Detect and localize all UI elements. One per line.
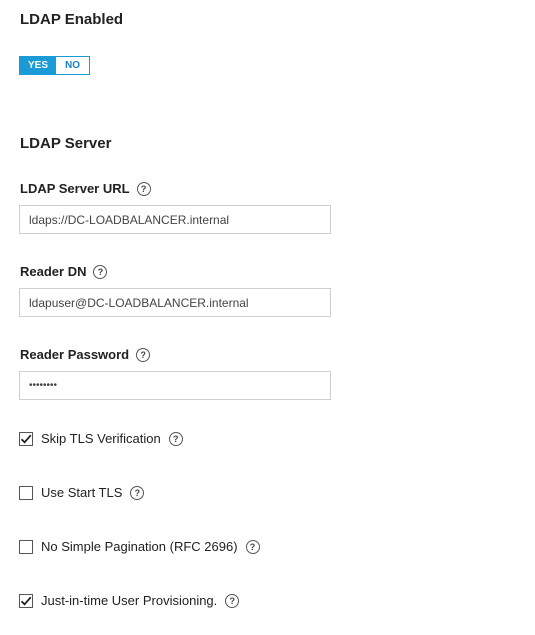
reader-dn-input[interactable] [19,288,331,317]
help-icon[interactable]: ? [136,181,151,196]
help-icon[interactable]: ? [136,347,151,362]
option-skip-tls[interactable]: Skip TLS Verification ? [19,431,183,446]
ldap-enabled-title: LDAP Enabled [20,11,124,28]
ldap-server-title: LDAP Server [20,135,112,152]
help-icon[interactable]: ? [168,431,183,446]
server-url-label: LDAP Server URL [20,181,130,196]
checkbox[interactable] [19,593,33,608]
server-url-input[interactable] [19,205,331,234]
reader-password-label: Reader Password [20,347,130,362]
reader-password-label-row: Reader Password ? [20,347,151,362]
ldap-enabled-toggle[interactable]: YES NO [19,56,90,75]
option-no-simple-pagination[interactable]: No Simple Pagination (RFC 2696) ? [19,539,260,554]
server-url-label-row: LDAP Server URL ? [20,181,151,196]
toggle-no-button[interactable]: NO [56,57,89,74]
help-icon[interactable]: ? [225,593,240,608]
option-label: Use Start TLS [41,485,123,500]
checkmark-icon [20,434,32,444]
option-start-tls[interactable]: Use Start TLS ? [19,485,145,500]
checkbox[interactable] [19,539,33,554]
help-icon[interactable]: ? [93,264,108,279]
checkbox[interactable] [19,431,33,446]
help-icon[interactable]: ? [245,539,260,554]
checkbox[interactable] [19,485,33,500]
option-jit-provisioning[interactable]: Just-in-time User Provisioning. ? [19,593,240,608]
reader-dn-label: Reader DN [20,264,87,279]
reader-password-input[interactable]: •••••••• [19,371,331,400]
checkmark-icon [20,596,32,606]
help-icon[interactable]: ? [130,485,145,500]
toggle-yes-button[interactable]: YES [20,57,56,74]
option-label: No Simple Pagination (RFC 2696) [41,539,238,554]
option-label: Just-in-time User Provisioning. [41,593,218,608]
option-label: Skip TLS Verification [41,431,161,446]
reader-dn-label-row: Reader DN ? [20,264,108,279]
